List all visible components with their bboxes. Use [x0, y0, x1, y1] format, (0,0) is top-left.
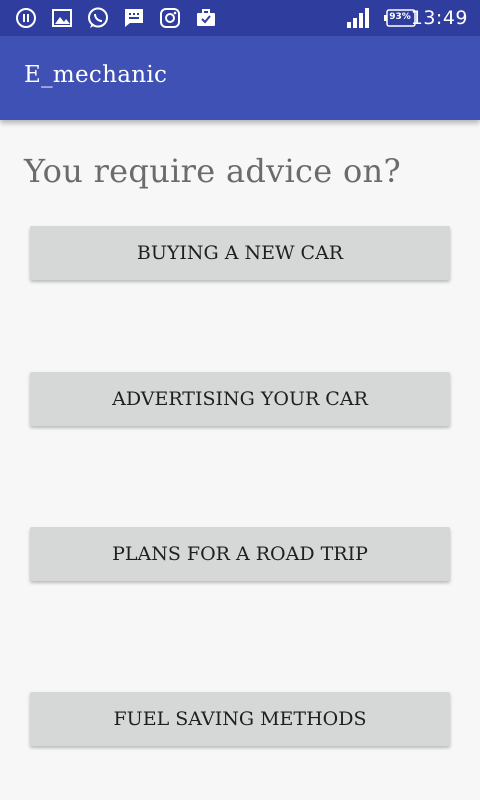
- status-time: 13:49: [410, 7, 468, 29]
- fuel-saving-methods-button[interactable]: FUEL SAVING METHODS: [30, 692, 450, 746]
- battery-percent: 93%: [389, 12, 411, 22]
- buying-new-car-button[interactable]: BUYING A NEW CAR: [30, 226, 450, 280]
- advertising-your-car-button[interactable]: ADVERTISING YOUR CAR: [30, 372, 450, 426]
- signal-icon: [346, 8, 370, 28]
- app-title: E_mechanic: [24, 62, 168, 88]
- app-bar: E_mechanic: [0, 36, 480, 120]
- road-trip-plans-button[interactable]: PLANS FOR A ROAD TRIP: [30, 527, 450, 581]
- status-bar: 93% 13:49: [0, 0, 480, 36]
- status-right: 93% 13:49: [0, 0, 480, 36]
- page-heading: You require advice on?: [24, 152, 401, 190]
